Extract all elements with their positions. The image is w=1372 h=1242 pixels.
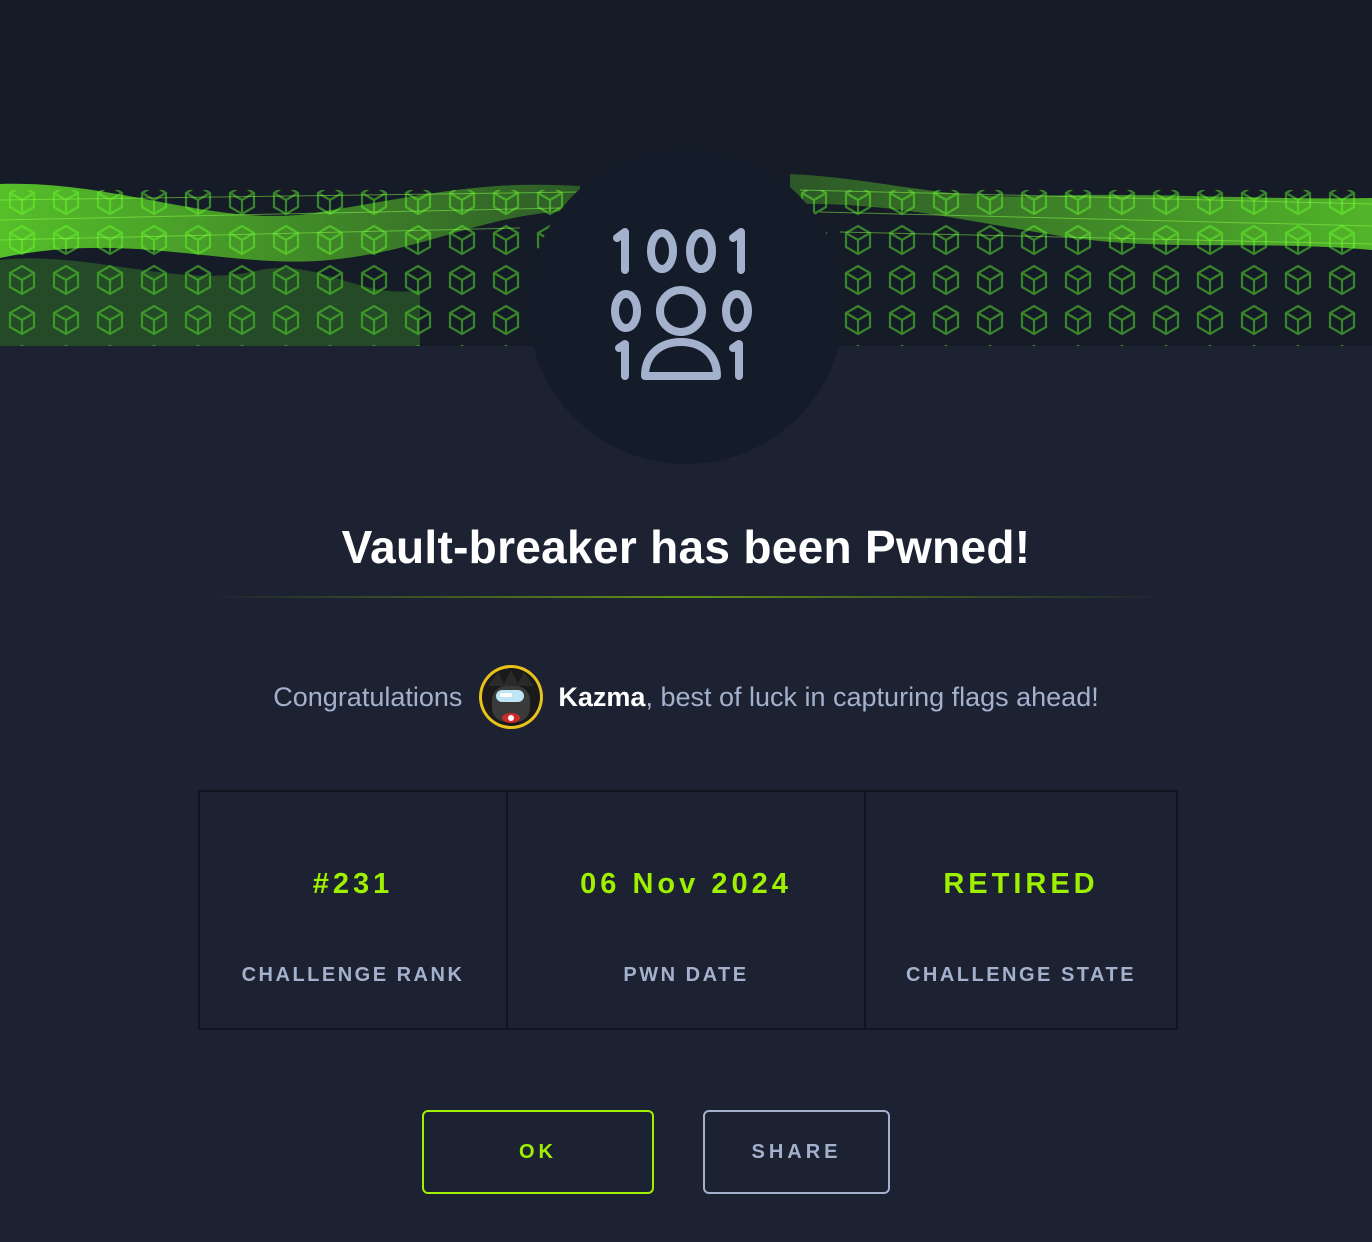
stat-label: PWN DATE <box>623 964 749 986</box>
stat-value: RETIRED <box>943 868 1099 900</box>
challenge-badge <box>528 148 844 464</box>
stat-label: CHALLENGE STATE <box>905 964 1137 986</box>
congrats-prefix: Congratulations <box>273 681 463 712</box>
stat-pwn-date: 06 Nov 2024 PWN DATE <box>508 792 866 1028</box>
stat-challenge-rank: #231 CHALLENGE RANK <box>200 792 508 1028</box>
stat-value: 06 Nov 2024 <box>580 868 792 900</box>
stats-panel: #231 CHALLENGE RANK 06 Nov 2024 PWN DATE… <box>198 790 1178 1030</box>
stat-label: CHALLENGE RANK <box>241 964 465 986</box>
title-divider <box>206 596 1166 598</box>
ok-button[interactable]: OK <box>422 1110 654 1194</box>
binary-user-icon <box>611 228 752 380</box>
user-avatar[interactable] <box>478 664 544 730</box>
stat-challenge-state: RETIRED CHALLENGE STATE <box>866 792 1176 1028</box>
page-title: Vault-breaker has been Pwned! <box>341 521 1031 573</box>
username[interactable]: Kazma <box>558 682 645 713</box>
congrats-suffix: , best of luck in capturing flags ahead! <box>645 681 1099 712</box>
congrats-message: Congratulations Kazma , best of luck in … <box>0 662 1372 732</box>
stat-value: #231 <box>312 868 394 900</box>
share-button[interactable]: SHARE <box>703 1110 890 1194</box>
